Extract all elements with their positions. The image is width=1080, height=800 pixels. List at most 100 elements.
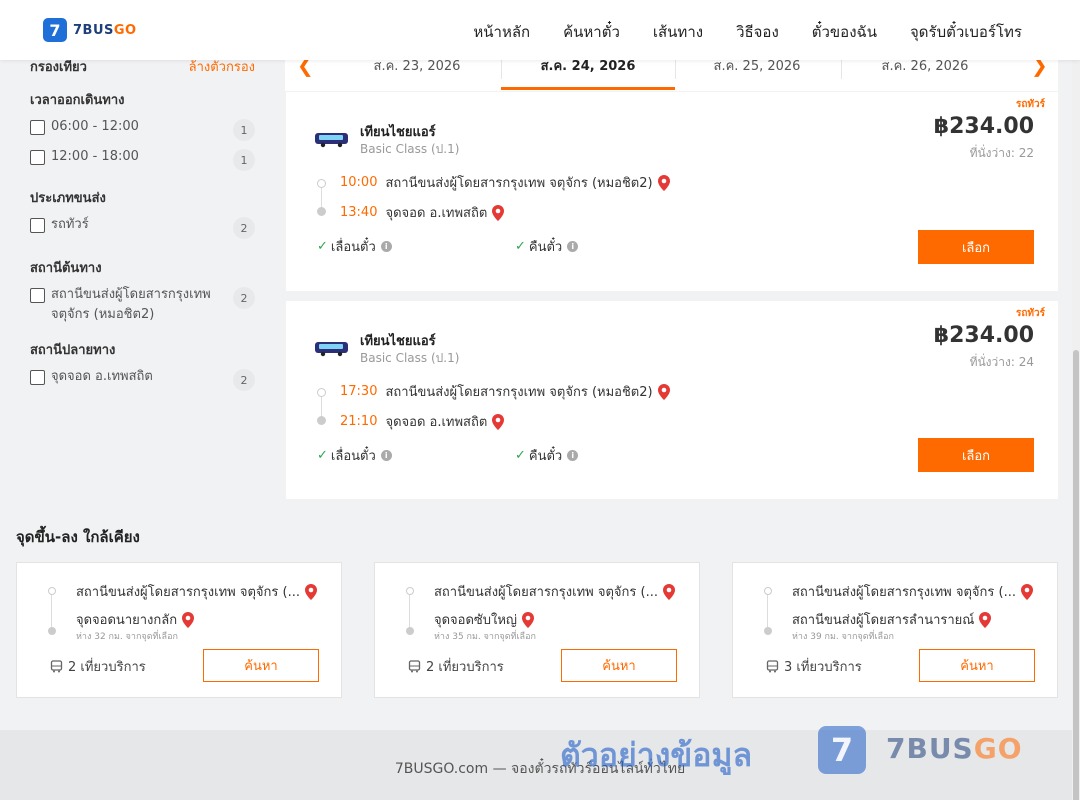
nearby-destination: จุดจอดนายางกลัก — [76, 609, 195, 630]
filter-option[interactable]: สถานีขนส่งผู้โดยสารกรุงเทพ จตุจักร (หมอช… — [30, 287, 255, 325]
nearby-trip-count: 2 เที่ยวบริการ — [50, 656, 146, 677]
departure-time: 10:00 — [340, 175, 378, 190]
active-date-indicator — [501, 87, 675, 90]
nearby-origin: สถานีขนส่งผู้โดยสารกรุงเทพ จตุจักร (... — [792, 581, 1033, 602]
trip-price: ฿234.00 — [933, 114, 1034, 139]
scrollbar-thumb[interactable] — [1073, 350, 1079, 800]
select-trip-button[interactable]: เลือก — [918, 230, 1034, 264]
nearby-destination: สถานีขนส่งผู้โดยสารลำนารายณ์ — [792, 609, 992, 630]
nav-pickup-points[interactable]: จุดรับตั๋วเบอร์โทร — [910, 20, 1022, 44]
nav-routes[interactable]: เส้นทาง — [653, 20, 703, 44]
feature-label: คืนตั๋ว — [528, 240, 563, 255]
feature-label: เลื่อนตั๋ว — [330, 240, 376, 255]
nearby-search-button[interactable]: ค้นหา — [919, 649, 1035, 682]
arrival-station: จุดจอด อ.เทพสถิต — [385, 415, 488, 430]
map-pin-icon[interactable] — [657, 174, 670, 191]
arrival-stop: 13:40 จุดจอด อ.เทพสถิต — [340, 202, 505, 223]
destination-dot — [406, 627, 414, 635]
arrival-station: จุดจอด อ.เทพสถิต — [385, 206, 488, 221]
site-logo[interactable]: 7 7BUSGO — [43, 18, 137, 42]
departure-stop: 17:30 สถานีขนส่งผู้โดยสารกรุงเทพ จตุจักร… — [340, 381, 670, 402]
info-icon[interactable]: i — [567, 450, 579, 461]
nearby-search-button[interactable]: ค้นหา — [561, 649, 677, 682]
page-scrollbar[interactable] — [1072, 60, 1080, 800]
bus-icon — [408, 660, 421, 673]
departure-dot — [317, 179, 326, 188]
nearby-distance: ห่าง 35 กม. จากจุดที่เลือก — [434, 632, 536, 642]
filter-group-title-origin: สถานีต้นทาง — [30, 261, 102, 276]
info-icon[interactable]: i — [380, 450, 392, 461]
filter-option-label: สถานีขนส่งผู้โดยสารกรุงเทพ จตุจักร (หมอช… — [51, 287, 211, 322]
map-pin-icon[interactable] — [492, 204, 505, 221]
trip-price: ฿234.00 — [933, 323, 1034, 348]
map-pin-icon[interactable] — [657, 383, 670, 400]
logo-text: 7BUSGO — [73, 22, 137, 38]
filter-option[interactable]: 06:00 - 12:00 1 — [30, 119, 255, 141]
arrival-time: 21:10 — [340, 414, 378, 429]
logo-mark: 7 — [43, 18, 67, 42]
filter-option[interactable]: จุดจอด อ.เทพสถิต 2 — [30, 369, 255, 391]
bus-operator-logo-icon — [315, 133, 348, 148]
map-pin-icon[interactable] — [1020, 583, 1033, 600]
nearby-trip-count: 2 เที่ยวบริการ — [408, 656, 504, 677]
timeline-line — [51, 592, 52, 632]
filter-option-label: จุดจอด อ.เทพสถิต — [51, 369, 153, 384]
nearby-origin: สถานีขนส่งผู้โดยสารกรุงเทพ จตุจักร (... — [76, 581, 317, 602]
checkbox[interactable] — [30, 120, 45, 135]
select-trip-button[interactable]: เลือก — [918, 438, 1034, 472]
destination-dot — [48, 627, 56, 635]
count-badge: 2 — [233, 217, 255, 239]
filter-option-label: 12:00 - 18:00 — [51, 149, 139, 164]
departure-station: สถานีขนส่งผู้โดยสารกรุงเทพ จตุจักร (หมอช… — [385, 176, 653, 191]
departure-stop: 10:00 สถานีขนส่งผู้โดยสารกรุงเทพ จตุจักร… — [340, 172, 670, 193]
nearby-card: สถานีขนส่งผู้โดยสารกรุงเทพ จตุจักร (... … — [16, 562, 342, 698]
checkbox[interactable] — [30, 218, 45, 233]
seats-available: ที่นั่งว่าง: 24 — [969, 355, 1034, 369]
checkbox[interactable] — [30, 288, 45, 303]
map-pin-icon[interactable] — [979, 611, 992, 628]
bus-class: Basic Class (ป.1) — [360, 142, 460, 156]
main-nav: หน้าหลัก ค้นหาตั๋ว เส้นทาง วิธีจอง ตั๋วข… — [440, 20, 1022, 44]
filter-sidebar: กรองเที่ยว ล้างตัวกรอง เวลาออกเดินทาง 06… — [30, 55, 255, 391]
feature-reschedule: ✓ เลื่อนตั๋ว i — [317, 445, 392, 466]
departure-time: 17:30 — [340, 384, 378, 399]
feature-reschedule: ✓ เลื่อนตั๋ว i — [317, 236, 392, 257]
map-pin-icon[interactable] — [182, 611, 195, 628]
checkbox[interactable] — [30, 370, 45, 385]
map-pin-icon[interactable] — [662, 583, 675, 600]
bus-icon — [50, 660, 63, 673]
check-icon: ✓ — [515, 239, 526, 254]
timeline-line — [767, 592, 768, 632]
nearby-distance: ห่าง 32 กม. จากจุดที่เลือก — [76, 632, 178, 642]
watermark-logo-text: 7BUSGO — [886, 732, 1023, 765]
info-icon[interactable]: i — [380, 241, 392, 252]
feature-refund: ✓ คืนตั๋ว i — [515, 445, 579, 466]
nearby-section-title: จุดขึ้น-ลง ใกล้เคียง — [16, 528, 140, 546]
sample-data-watermark: ตัวอย่างข้อมูล — [560, 736, 753, 774]
origin-dot — [764, 587, 772, 595]
nav-my-tickets[interactable]: ตั๋วของฉัน — [812, 20, 877, 44]
filter-option[interactable]: 12:00 - 18:00 1 — [30, 149, 255, 171]
info-icon[interactable]: i — [567, 241, 579, 252]
nearby-search-button[interactable]: ค้นหา — [203, 649, 319, 682]
operator-name: เทียนไชยแอร์ — [360, 125, 436, 140]
filter-option-label: รถทัวร์ — [51, 217, 89, 232]
nav-how-to-book[interactable]: วิธีจอง — [736, 20, 779, 44]
check-icon: ✓ — [515, 448, 526, 463]
feature-label: คืนตั๋ว — [528, 449, 563, 464]
nearby-card: สถานีขนส่งผู้โดยสารกรุงเทพ จตุจักร (... … — [732, 562, 1058, 698]
feature-refund: ✓ คืนตั๋ว i — [515, 236, 579, 257]
trip-card: รถทัวร์ เทียนไชยแอร์ Basic Class (ป.1) ฿… — [286, 92, 1058, 291]
map-pin-icon[interactable] — [304, 583, 317, 600]
checkbox[interactable] — [30, 150, 45, 165]
seats-available: ที่นั่งว่าง: 22 — [969, 146, 1034, 160]
nav-home[interactable]: หน้าหลัก — [473, 20, 530, 44]
bus-icon — [766, 660, 779, 673]
bus-class: Basic Class (ป.1) — [360, 351, 460, 365]
nav-search-tickets[interactable]: ค้นหาตั๋ว — [563, 20, 620, 44]
arrival-dot — [317, 207, 326, 216]
nearby-card: สถานีขนส่งผู้โดยสารกรุงเทพ จตุจักร (... … — [374, 562, 700, 698]
map-pin-icon[interactable] — [522, 611, 534, 628]
map-pin-icon[interactable] — [492, 413, 505, 430]
filter-option[interactable]: รถทัวร์ 2 — [30, 217, 255, 239]
